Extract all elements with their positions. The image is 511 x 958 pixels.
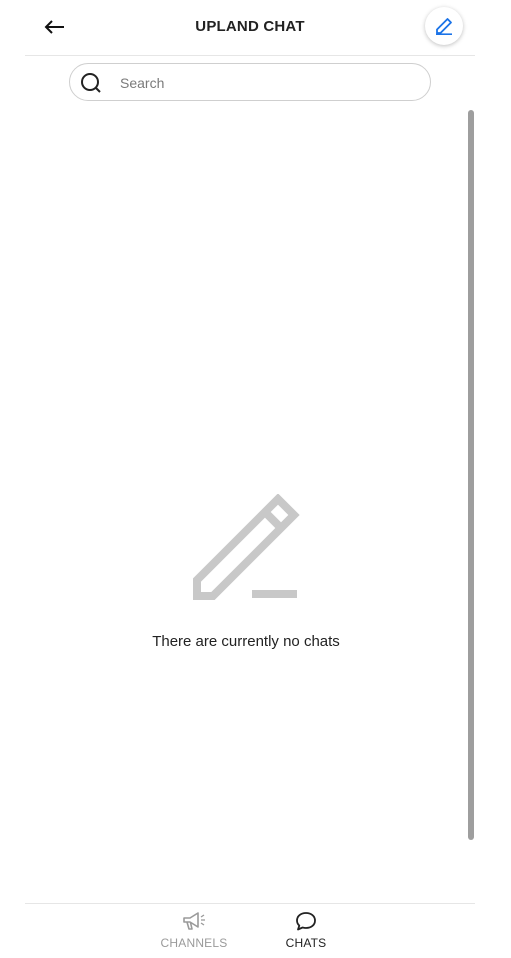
scrollbar[interactable] — [468, 110, 474, 840]
divider — [25, 903, 475, 904]
chat-bubble-icon — [296, 912, 316, 931]
empty-state-message: There are currently no chats — [152, 633, 340, 650]
search-icon — [81, 73, 101, 93]
tab-label: CHANNELS — [160, 936, 228, 950]
app-header: UPLAND CHAT — [25, 0, 475, 56]
tab-label: CHATS — [285, 936, 327, 950]
megaphone-icon — [183, 912, 205, 930]
pencil-icon — [436, 18, 452, 36]
tab-chats[interactable]: CHATS — [276, 910, 336, 956]
pencil-icon — [193, 494, 300, 600]
search-bar — [69, 63, 431, 101]
page-title: UPLAND CHAT — [195, 18, 305, 35]
compose-button[interactable] — [425, 7, 463, 45]
search-input[interactable] — [118, 70, 412, 96]
tab-channels[interactable]: CHANNELS — [154, 910, 234, 956]
